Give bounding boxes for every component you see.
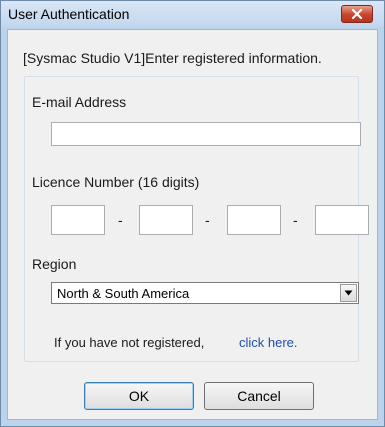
dialog-window: User Authentication [Sysmac Studio V1]En… xyxy=(0,0,385,427)
dropdown-button[interactable] xyxy=(340,284,357,302)
email-label: E-mail Address xyxy=(32,94,127,110)
licence-segment-4[interactable] xyxy=(315,205,369,235)
dialog-body: [Sysmac Studio V1]Enter registered infor… xyxy=(7,29,378,420)
licence-separator: - xyxy=(293,212,298,228)
ok-button[interactable]: OK xyxy=(84,382,194,410)
region-label: Region xyxy=(32,256,77,272)
cancel-button[interactable]: Cancel xyxy=(204,382,314,410)
instruction-text: [Sysmac Studio V1]Enter registered infor… xyxy=(23,50,322,66)
region-selected-value: North & South America xyxy=(57,286,190,301)
close-icon xyxy=(351,9,363,19)
licence-label: Licence Number (16 digits) xyxy=(32,174,200,190)
window-title: User Authentication xyxy=(8,6,130,22)
licence-segment-1[interactable] xyxy=(51,205,105,235)
licence-segment-2[interactable] xyxy=(139,205,193,235)
licence-separator: - xyxy=(205,212,210,228)
register-note: If you have not registered, xyxy=(54,335,205,350)
chevron-down-icon xyxy=(344,290,353,296)
register-link[interactable]: click here. xyxy=(239,335,298,350)
email-field[interactable] xyxy=(51,122,361,146)
title-bar[interactable]: User Authentication xyxy=(1,1,384,27)
region-dropdown[interactable]: North & South America xyxy=(51,282,359,304)
licence-separator: - xyxy=(118,212,123,228)
licence-segment-3[interactable] xyxy=(227,205,281,235)
close-button[interactable] xyxy=(341,5,373,23)
